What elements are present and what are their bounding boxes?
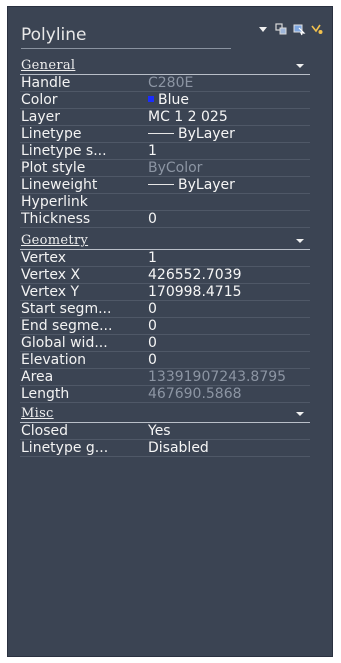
property-row-plot-style: Plot style ByColor: [20, 160, 310, 177]
property-row-vertex[interactable]: Vertex 1: [20, 250, 310, 267]
property-label: Linetype g...: [21, 440, 109, 456]
property-label: Color: [21, 92, 58, 108]
property-value[interactable]: Yes: [148, 423, 310, 439]
property-row-closed[interactable]: Closed Yes: [20, 423, 310, 440]
property-value[interactable]: 1: [148, 250, 310, 266]
property-label: Plot style: [21, 160, 86, 176]
property-label: Vertex Y: [21, 284, 80, 300]
property-row-elevation[interactable]: Elevation 0: [20, 352, 310, 369]
property-row-thickness[interactable]: Thickness 0: [20, 211, 310, 228]
property-row-hyperlink[interactable]: Hyperlink: [20, 194, 310, 211]
property-label: Global wid...: [21, 335, 108, 351]
quick-select-icon[interactable]: [274, 22, 288, 36]
property-value-lineweight[interactable]: ByLayer: [148, 177, 310, 193]
property-value[interactable]: 0: [148, 335, 310, 351]
property-row-end-segment-width[interactable]: End segme... 0: [20, 318, 310, 335]
lineweight-name: ByLayer: [178, 177, 235, 193]
property-value-linetype[interactable]: ByLayer: [148, 126, 310, 142]
property-label: Vertex: [21, 250, 67, 266]
property-value[interactable]: 0: [148, 301, 310, 317]
misc-properties: Closed Yes Linetype g... Disabled: [20, 423, 310, 457]
lineweight-preview-icon: [148, 184, 174, 185]
property-label: Lineweight: [21, 177, 98, 193]
section-header-general[interactable]: General: [20, 58, 310, 75]
property-label: Vertex X: [21, 267, 81, 283]
property-value[interactable]: 0: [148, 318, 310, 334]
section-title-general: General: [21, 58, 76, 73]
palette-header: Polyline: [8, 7, 332, 51]
property-label: Area: [21, 369, 54, 385]
property-value[interactable]: 170998.4715: [148, 284, 310, 300]
property-label: Layer: [21, 109, 61, 125]
properties-palette: Polyline General Handle C280E Color Blue…: [7, 6, 333, 657]
property-value[interactable]: Disabled: [148, 440, 310, 456]
property-label: Start segm...: [21, 301, 112, 317]
section-title-geometry: Geometry: [21, 233, 89, 248]
property-row-global-width[interactable]: Global wid... 0: [20, 335, 310, 352]
section-general: General Handle C280E Color Blue Layer MC…: [8, 58, 332, 228]
property-value: 467690.5868: [148, 386, 242, 402]
property-value-color[interactable]: Blue: [148, 92, 310, 108]
property-label: Closed: [21, 423, 69, 439]
header-toolbar: [256, 21, 324, 37]
property-value: 13391907243.8795: [148, 369, 287, 385]
object-type-underline: [21, 48, 231, 49]
property-row-length: Length 467690.5868: [20, 386, 310, 403]
property-row-handle: Handle C280E: [20, 75, 310, 92]
property-row-linetype[interactable]: Linetype ByLayer: [20, 126, 310, 143]
collapse-chevron-icon[interactable]: [296, 64, 304, 68]
property-row-linetype-scale[interactable]: Linetype s... 1: [20, 143, 310, 160]
property-label: Linetype: [21, 126, 82, 142]
section-misc: Misc Closed Yes Linetype g... Disabled: [8, 406, 332, 457]
property-row-vertex-x[interactable]: Vertex X 426552.7039: [20, 267, 310, 284]
geometry-properties: Vertex 1 Vertex X 426552.7039 Vertex Y 1…: [20, 250, 310, 403]
color-swatch-icon: [148, 96, 154, 102]
property-row-layer[interactable]: Layer MC 1 2 025: [20, 109, 310, 126]
property-row-lineweight[interactable]: Lineweight ByLayer: [20, 177, 310, 194]
property-label: Hyperlink: [21, 194, 88, 210]
collapse-chevron-icon[interactable]: [296, 412, 304, 416]
property-value: C280E: [148, 75, 194, 91]
property-label: End segme...: [21, 318, 113, 334]
property-row-linetype-generation[interactable]: Linetype g... Disabled: [20, 440, 310, 457]
color-name: Blue: [158, 92, 189, 108]
screenshot-frame: Polyline General Handle C280E Color Blue…: [0, 0, 341, 663]
property-row-area: Area 13391907243.8795: [20, 369, 310, 386]
general-properties: Handle C280E Color Blue Layer MC 1 2 025…: [20, 75, 310, 228]
property-value: ByColor: [148, 160, 203, 176]
property-row-color[interactable]: Color Blue: [20, 92, 310, 109]
section-geometry: Geometry Vertex 1 Vertex X 426552.7039 V…: [8, 233, 332, 403]
property-row-vertex-y[interactable]: Vertex Y 170998.4715: [20, 284, 310, 301]
section-title-misc: Misc: [21, 406, 54, 421]
dropdown-icon[interactable]: [256, 22, 270, 36]
property-label: Elevation: [21, 352, 87, 368]
collapse-chevron-icon[interactable]: [296, 239, 304, 243]
object-type-selector[interactable]: Polyline: [21, 25, 87, 45]
property-value[interactable]: 1: [148, 143, 310, 159]
linetype-preview-icon: [148, 133, 174, 134]
property-row-start-segment-width[interactable]: Start segm... 0: [20, 301, 310, 318]
property-value[interactable]: 426552.7039: [148, 267, 310, 283]
property-value[interactable]: 0: [148, 352, 310, 368]
toggle-pickadd-icon[interactable]: [310, 22, 324, 36]
section-header-geometry[interactable]: Geometry: [20, 233, 310, 250]
property-label: Length: [21, 386, 70, 402]
property-label: Linetype s...: [21, 143, 107, 159]
property-label: Thickness: [21, 211, 91, 227]
property-value[interactable]: 0: [148, 211, 310, 227]
section-header-misc[interactable]: Misc: [20, 406, 310, 423]
property-label: Handle: [21, 75, 71, 91]
property-value[interactable]: MC 1 2 025: [148, 109, 310, 125]
select-objects-icon[interactable]: [292, 22, 306, 36]
linetype-name: ByLayer: [178, 126, 235, 142]
